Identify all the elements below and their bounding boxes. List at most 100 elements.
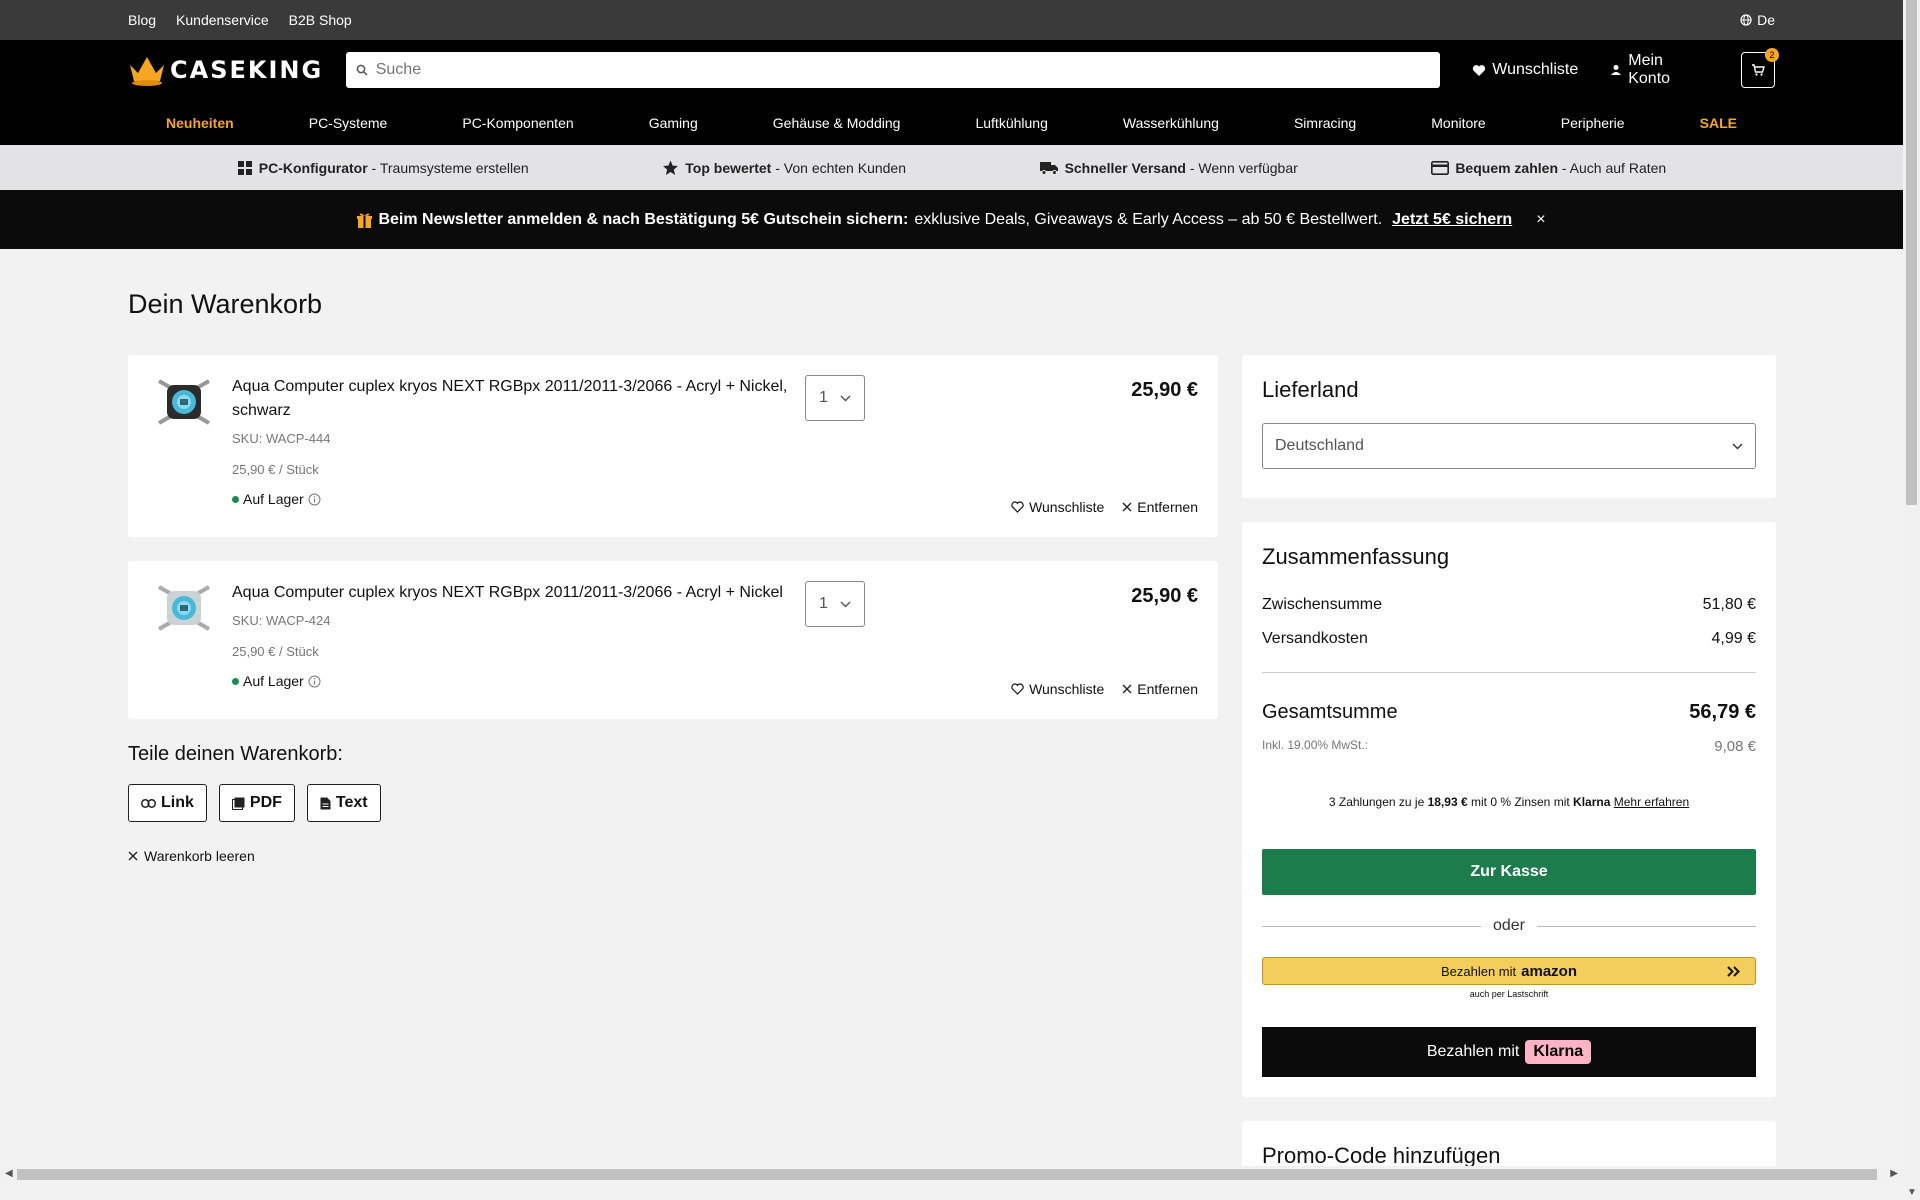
vertical-scrollbar-thumb[interactable] — [1906, 0, 1917, 505]
subtotal-row: Zwischensumme 51,80 € — [1262, 596, 1756, 614]
nav-item-gaming[interactable]: Gaming — [649, 115, 698, 131]
usp-4-bold: Bequem zahlen — [1455, 159, 1559, 176]
nav-item-peripherie[interactable]: Peripherie — [1561, 115, 1625, 131]
horizontal-scrollbar[interactable]: ◀ ▶ — [0, 1166, 1903, 1183]
klarna-info-mid: mit 0 % Zinsen mit — [1471, 795, 1570, 809]
item-title[interactable]: Aqua Computer cuplex kryos NEXT RGBpx 20… — [232, 581, 792, 605]
order-sidebar: Lieferland Deutschland Zusammenfassung Z… — [1242, 355, 1776, 1183]
quantity-value: 1 — [819, 595, 828, 612]
country-select[interactable]: Deutschland — [1262, 423, 1756, 469]
or-divider: oder — [1262, 917, 1756, 935]
search-box[interactable] — [345, 52, 1441, 88]
in-stock-dot-icon — [232, 677, 239, 685]
wishlist-link[interactable]: Wunschliste — [1472, 61, 1578, 79]
cart-button[interactable]: 2 — [1741, 48, 1780, 88]
link-icon — [141, 798, 156, 808]
remove-item-button[interactable]: Entfernen — [1122, 681, 1198, 697]
item-price: 25,90 € — [1131, 585, 1198, 607]
newsletter-close-icon[interactable]: × — [1536, 211, 1545, 229]
cart-count-badge: 2 — [1765, 48, 1780, 62]
shipping-value: 4,99 € — [1711, 630, 1756, 647]
usp-pc-konfigurator[interactable]: PC-Konfigurator - Traumsysteme erstellen — [237, 160, 529, 176]
or-label: oder — [1492, 917, 1526, 934]
share-pdf-label: PDF — [249, 794, 282, 811]
usp-bequem-zahlen: Bequem zahlen - Auch auf Raten — [1431, 160, 1666, 176]
usp-2-text: - Von echten Kunden — [771, 159, 907, 176]
share-link-button[interactable]: Link — [128, 784, 207, 822]
search-input[interactable] — [375, 61, 1431, 79]
page-title: Dein Warenkorb — [128, 289, 323, 319]
subtotal-label: Zwischensumme — [1262, 596, 1383, 613]
tax-label: Inkl. 19.00% MwSt.: — [1262, 738, 1369, 752]
logo[interactable]: CASEKING — [128, 53, 342, 87]
topbar-link-kundenservice[interactable]: Kundenservice — [176, 12, 269, 28]
add-to-wishlist-button[interactable]: Wunschliste — [1011, 681, 1104, 697]
share-pdf-button[interactable]: PDF — [218, 784, 295, 822]
klarna-info-amount: 18,93 € — [1427, 795, 1468, 809]
horizontal-scrollbar-thumb[interactable] — [17, 1169, 1877, 1180]
scroll-left-icon[interactable]: ◀ — [5, 1168, 13, 1179]
info-icon[interactable] — [308, 675, 321, 688]
amazon-pay-label: Bezahlen mit — [1440, 963, 1517, 979]
topbar-link-blog[interactable]: Blog — [128, 12, 156, 28]
vertical-scrollbar[interactable]: ▲ ▼ — [1903, 0, 1920, 1200]
amazon-pay-button[interactable]: Bezahlen mit amazon — [1262, 957, 1756, 985]
product-image[interactable] — [148, 375, 220, 447]
amazon-sub-label: auch per Lastschrift — [1469, 989, 1549, 999]
klarna-more-link[interactable]: Mehr erfahren — [1614, 795, 1689, 809]
nav-item-luftkuehlung[interactable]: Luftkühlung — [975, 115, 1047, 131]
quantity-select[interactable]: 1 — [805, 375, 865, 421]
chevron-down-icon — [840, 601, 851, 607]
nav-item-wasserkuehlung[interactable]: Wasserkühlung — [1123, 115, 1219, 131]
nav-item-simracing[interactable]: Simracing — [1294, 115, 1356, 131]
item-price: 25,90 € — [1131, 379, 1198, 401]
water-block-image — [158, 585, 210, 631]
nav-item-monitore[interactable]: Monitore — [1431, 115, 1485, 131]
scroll-down-icon[interactable]: ▼ — [1907, 1187, 1917, 1198]
remove-action-label: Entfernen — [1137, 681, 1198, 697]
stock-label: Auf Lager — [243, 491, 304, 507]
product-image[interactable] — [148, 581, 220, 653]
info-icon[interactable] — [308, 493, 321, 506]
klarna-pay-button[interactable]: Bezahlen mit Klarna — [1262, 1027, 1756, 1077]
scroll-right-icon[interactable]: ▶ — [1890, 1168, 1898, 1179]
chevron-down-icon — [840, 395, 851, 401]
newsletter-cta-link[interactable]: Jetzt 5€ sichern — [1392, 211, 1512, 229]
item-actions: Wunschliste Entfernen — [1011, 499, 1198, 515]
close-icon — [1122, 502, 1132, 512]
grid-icon — [237, 160, 252, 175]
close-icon — [1122, 684, 1132, 694]
cart-items-column: Aqua Computer cuplex kryos NEXT RGBpx 20… — [128, 355, 1218, 864]
remove-action-label: Entfernen — [1137, 499, 1198, 515]
page: Blog Kundenservice B2B Shop De CASEKING … — [0, 0, 1903, 1183]
quantity-select[interactable]: 1 — [805, 581, 865, 627]
nav-item-gehaeuse-modding[interactable]: Gehäuse & Modding — [773, 115, 901, 131]
language-selector[interactable]: De — [1740, 12, 1775, 28]
clear-cart-button[interactable]: Warenkorb leeren — [128, 848, 1218, 864]
item-title[interactable]: Aqua Computer cuplex kryos NEXT RGBpx 20… — [232, 375, 792, 423]
share-title: Teile deinen Warenkorb: — [128, 743, 343, 765]
topbar-link-b2b-shop[interactable]: B2B Shop — [289, 12, 352, 28]
account-link[interactable]: Mein Konto — [1610, 52, 1709, 88]
account-label: Mein Konto — [1628, 52, 1671, 87]
user-icon — [1611, 65, 1622, 75]
klarna-pay-label: Bezahlen mit — [1426, 1043, 1520, 1060]
nav-item-pc-systeme[interactable]: PC-Systeme — [309, 115, 388, 131]
tax-row: Inkl. 19.00% MwSt.: 9,08 € — [1262, 738, 1756, 755]
crown-icon — [130, 57, 164, 86]
checkout-button[interactable]: Zur Kasse — [1262, 849, 1756, 895]
usp-1-bold: PC-Konfigurator — [258, 159, 368, 176]
main-content: Dein Warenkorb Aqua Computer cuplex kryo… — [128, 249, 1776, 1181]
item-info: Aqua Computer cuplex kryos NEXT RGBpx 20… — [232, 375, 1198, 517]
country-value: Deutschland — [1275, 437, 1364, 454]
klarna-installment-info: 3 Zahlungen zu je 18,93 € mit 0 % Zinsen… — [1262, 795, 1756, 809]
add-to-wishlist-button[interactable]: Wunschliste — [1011, 499, 1104, 515]
delivery-country-panel: Lieferland Deutschland — [1242, 355, 1776, 498]
remove-item-button[interactable]: Entfernen — [1122, 499, 1198, 515]
nav-item-pc-komponenten[interactable]: PC-Komponenten — [462, 115, 573, 131]
chevron-down-icon — [1732, 443, 1743, 449]
nav-item-neuheiten[interactable]: Neuheiten — [166, 115, 234, 131]
share-text-button[interactable]: Text — [306, 784, 381, 822]
nav-item-sale[interactable]: SALE — [1700, 115, 1737, 131]
heart-outline-icon — [1011, 683, 1024, 695]
